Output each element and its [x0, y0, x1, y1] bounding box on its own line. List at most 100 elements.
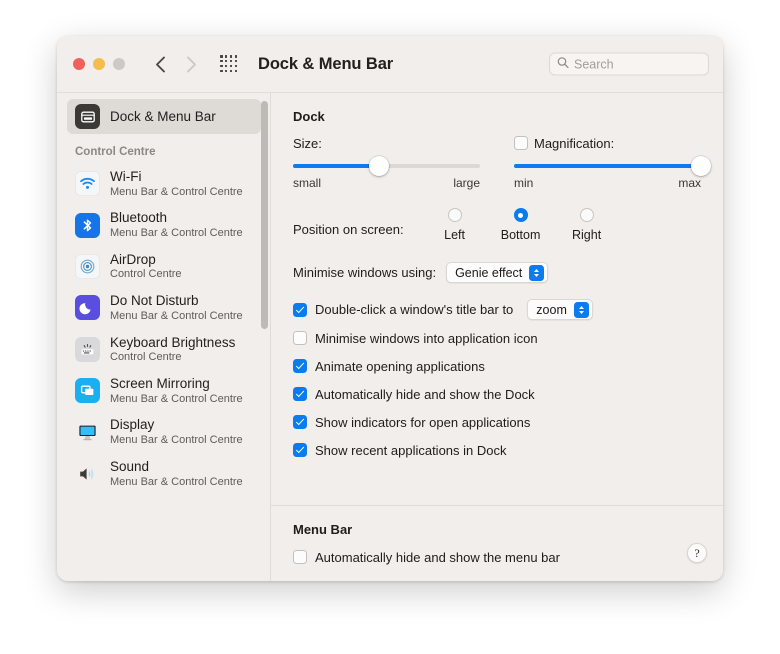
dock-heading: Dock — [293, 109, 325, 124]
window-titlebar: Dock & Menu Bar — [57, 36, 723, 92]
radio-bottom[interactable] — [513, 208, 528, 222]
animate-opening-checkbox[interactable] — [293, 359, 307, 373]
dock-section: Dock Size: small large Magnification: mi… — [271, 93, 723, 460]
sidebar-item-display[interactable]: Display Menu Bar & Control Centre — [67, 412, 261, 451]
dock-position-option-bottom[interactable]: Bottom — [488, 208, 554, 242]
dock-options-list: Double-click a window's title bar to zoo… — [293, 299, 701, 460]
dock-size-slider[interactable] — [293, 156, 480, 176]
auto-hide-menu-bar-label: Automatically hide and show the menu bar — [315, 549, 560, 565]
sidebar-item-label: Sound Menu Bar & Control Centre — [110, 458, 243, 488]
dock-position-label: Position on screen: — [293, 222, 404, 237]
zoom-button[interactable] — [113, 58, 125, 70]
close-button[interactable] — [73, 58, 85, 70]
sidebar-item-label: Dock & Menu Bar — [110, 108, 216, 124]
dock-magnification-label: Magnification: — [534, 135, 615, 151]
sidebar-item-label: Display Menu Bar & Control Centre — [110, 417, 243, 447]
chevron-updown-icon — [529, 264, 545, 281]
window-body: Dock & Menu Bar Control Centre Wi-Fi Men… — [57, 92, 723, 581]
show-all-grid-icon[interactable] — [220, 55, 238, 73]
preferences-window: Dock & Menu Bar Search Dock & Menu Bar C… — [57, 36, 723, 581]
show-indicators-checkbox[interactable] — [293, 415, 307, 429]
show-recent-apps-checkbox[interactable] — [293, 443, 307, 457]
auto-hide-menu-bar-checkbox[interactable] — [293, 550, 307, 564]
sidebar-scroll-area: Dock & Menu Bar Control Centre Wi-Fi Men… — [57, 93, 271, 581]
keyboard-icon — [75, 336, 100, 362]
sidebar-item-keyboard-brightness[interactable]: Keyboard Brightness Control Centre — [67, 330, 261, 369]
double-click-action-value: zoom — [536, 302, 567, 317]
dock-size-min-label: small — [293, 176, 322, 190]
main-pane: Dock Size: small large Magnification: mi… — [271, 93, 723, 581]
dock-size-label: Size: — [293, 135, 322, 151]
sidebar-item-label: Bluetooth Menu Bar & Control Centre — [110, 210, 243, 240]
animate-opening-label: Animate opening applications — [315, 358, 485, 374]
navigation-buttons — [149, 52, 202, 76]
dock-magnification-slider-knob[interactable] — [691, 156, 711, 176]
auto-hide-dock-checkbox[interactable] — [293, 387, 307, 401]
sidebar-item-screen-mirroring[interactable]: Screen Mirroring Menu Bar & Control Cent… — [67, 371, 261, 410]
sidebar-item-sound[interactable]: Sound Menu Bar & Control Centre — [67, 454, 261, 493]
dock-magnification-control: Magnification: min max — [514, 134, 711, 190]
double-click-action-select[interactable]: zoom — [527, 299, 593, 320]
back-chevron-icon[interactable] — [149, 52, 171, 76]
help-button[interactable]: ? — [687, 543, 707, 563]
dock-position-radio-group: Left Bottom Right — [422, 208, 620, 242]
menu-bar-section: Menu Bar Automatically hide and show the… — [271, 505, 723, 581]
sidebar-group-header: Control Centre — [75, 146, 156, 158]
radio-bottom-label: Bottom — [500, 228, 541, 242]
sidebar-item-label: AirDrop Control Centre — [110, 251, 182, 281]
airdrop-icon — [75, 254, 100, 280]
dock-size-control: Size: small large — [293, 134, 480, 190]
search-field[interactable] — [549, 52, 709, 76]
option-auto-hide-dock: Automatically hide and show the Dock — [293, 384, 701, 404]
search-input[interactable] — [574, 57, 701, 71]
dock-position-option-right[interactable]: Right — [554, 208, 620, 242]
dock-magnification-slider-fill — [514, 164, 701, 168]
dock-sliders-row: Size: small large Magnification: min max — [293, 134, 711, 190]
dock-size-max-label: large — [453, 176, 480, 190]
dock-magnification-min-label: min — [514, 176, 534, 190]
option-show-indicators: Show indicators for open applications — [293, 412, 701, 432]
dock-position-control: Position on screen: Left Bottom Right — [293, 208, 701, 242]
magnification-checkbox[interactable] — [514, 136, 528, 150]
option-double-click-title-bar: Double-click a window's title bar to zoo… — [293, 299, 701, 320]
sidebar-scrollbar[interactable] — [261, 99, 268, 581]
dock-magnification-scale: min max — [514, 176, 701, 190]
minimise-effect-value: Genie effect — [455, 265, 523, 280]
show-recent-apps-label: Show recent applications in Dock — [315, 442, 507, 458]
double-click-checkbox[interactable] — [293, 302, 307, 317]
page-title: Dock & Menu Bar — [258, 54, 394, 73]
minimise-into-icon-checkbox[interactable] — [293, 331, 307, 345]
sidebar-scrollbar-thumb[interactable] — [261, 101, 268, 329]
radio-right[interactable] — [579, 208, 594, 222]
wifi-icon — [75, 171, 100, 197]
screen-mirroring-icon — [75, 378, 100, 404]
sidebar-item-do-not-disturb[interactable]: Do Not Disturb Menu Bar & Control Centre — [67, 288, 261, 327]
sidebar-item-label: Wi-Fi Menu Bar & Control Centre — [110, 169, 243, 198]
dock-minimise-effect-control: Minimise windows using: Genie effect — [293, 262, 701, 283]
search-icon — [557, 55, 569, 73]
traffic-light-group — [73, 58, 125, 70]
sidebar-item-airdrop[interactable]: AirDrop Control Centre — [67, 247, 261, 286]
sidebar-item-label: Do Not Disturb Menu Bar & Control Centre — [110, 293, 243, 322]
minimise-button[interactable] — [93, 58, 105, 70]
double-click-label: Double-click a window's title bar to — [315, 302, 514, 317]
display-icon — [75, 420, 100, 445]
radio-left[interactable] — [447, 208, 462, 222]
radio-right-label: Right — [571, 228, 602, 242]
dock-size-slider-fill — [293, 164, 380, 168]
sidebar: Dock & Menu Bar Control Centre Wi-Fi Men… — [57, 93, 271, 581]
dock-magnification-header: Magnification: — [514, 134, 701, 152]
dock-size-slider-knob[interactable] — [369, 156, 390, 176]
sidebar-item-bluetooth[interactable]: Bluetooth Menu Bar & Control Centre — [67, 205, 261, 244]
sidebar-item-wi-fi[interactable]: Wi-Fi Menu Bar & Control Centre — [67, 164, 261, 203]
dock-magnification-max-label: max — [678, 176, 701, 190]
dock-magnification-slider[interactable] — [514, 156, 711, 176]
option-minimise-into-icon: Minimise windows into application icon — [293, 328, 701, 348]
bluetooth-icon — [75, 212, 100, 238]
minimise-effect-select[interactable]: Genie effect — [446, 262, 549, 283]
show-indicators-label: Show indicators for open applications — [315, 414, 531, 430]
sound-icon — [75, 461, 100, 486]
dock-position-option-left[interactable]: Left — [422, 208, 488, 242]
forward-chevron-icon[interactable] — [180, 52, 202, 76]
sidebar-item-dock-menu-bar[interactable]: Dock & Menu Bar — [67, 99, 261, 134]
